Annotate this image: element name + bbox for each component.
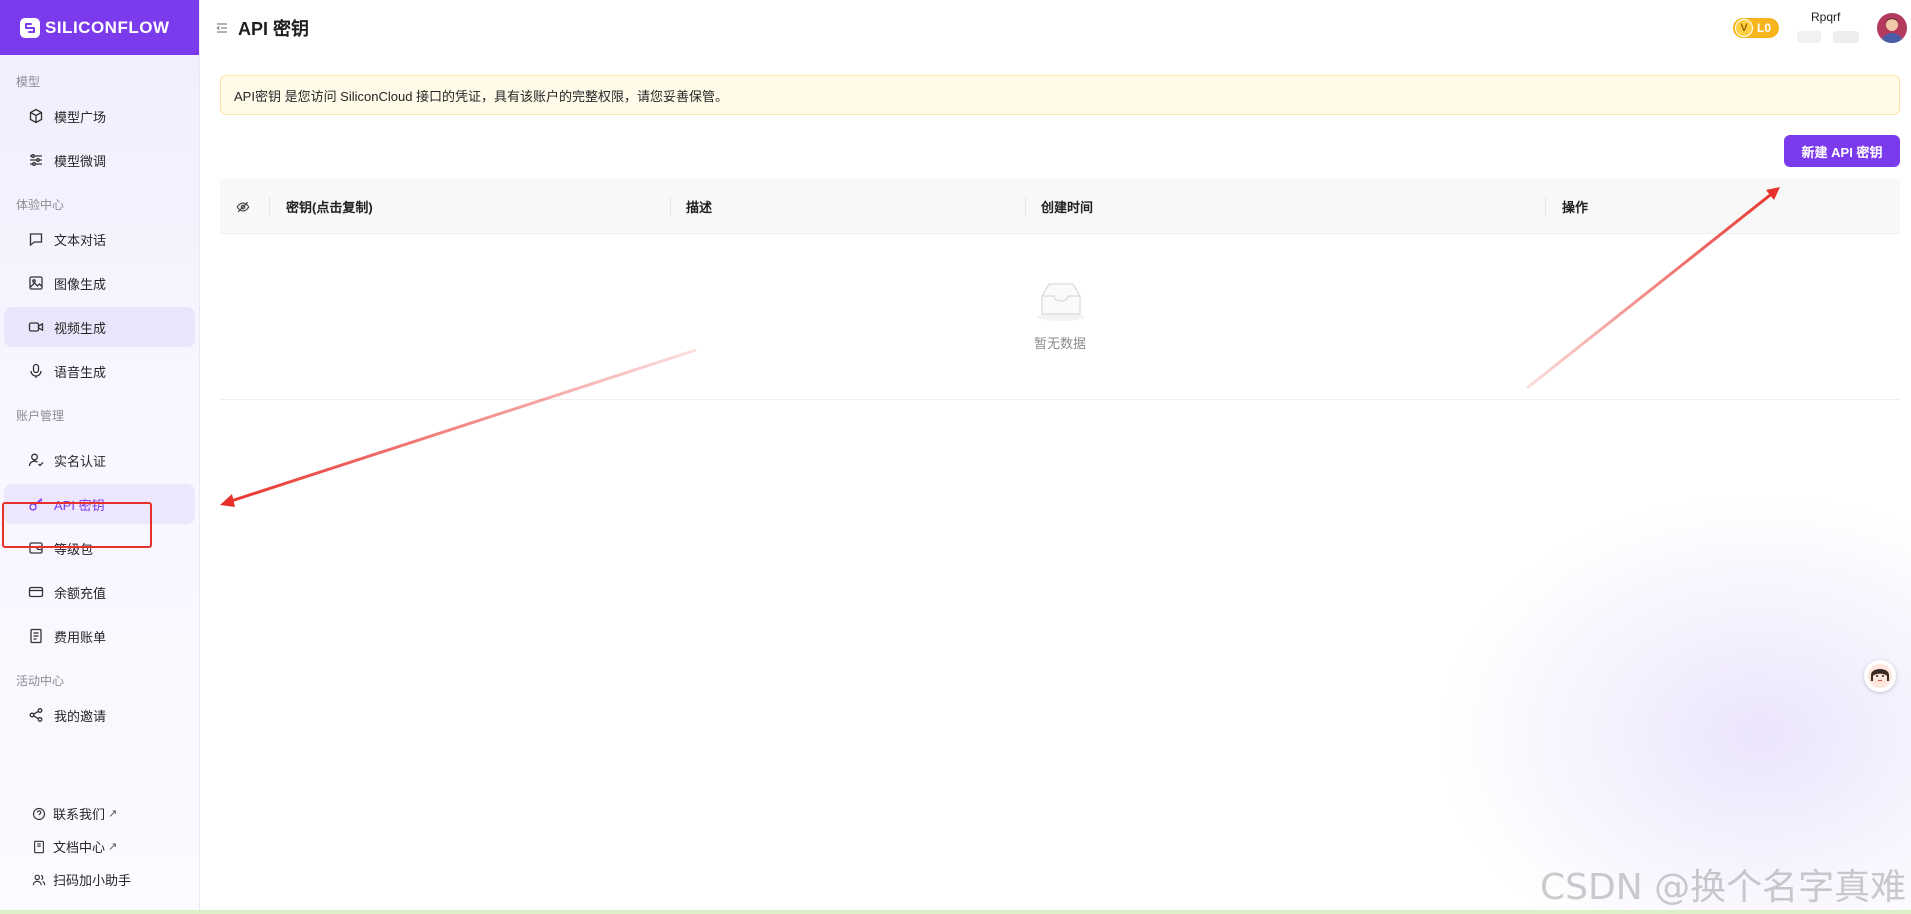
external-link-icon: ↗	[108, 841, 118, 853]
sidebar-item-text-chat[interactable]: 文本对话	[4, 219, 195, 259]
sidebar-item-image-gen[interactable]: 图像生成	[4, 263, 195, 303]
chat-icon	[29, 233, 43, 247]
sidebar-item-top-up[interactable]: 余额充值	[4, 572, 195, 612]
column-separator	[1545, 197, 1546, 217]
user-info[interactable]: Rpqrf	[1797, 8, 1871, 48]
section-label-playground: 体验中心	[16, 198, 65, 212]
header-user-area: V L0 Rpqrf	[1732, 8, 1907, 48]
footer-link-docs[interactable]: 文档中心 ↗	[0, 830, 200, 863]
sidebar-item-label: 模型微调	[54, 153, 107, 169]
cube-icon	[29, 108, 43, 124]
sidebar-item-invitations[interactable]: 我的邀请	[4, 695, 195, 735]
mic-icon	[30, 363, 42, 378]
page-title: API 密钥	[238, 18, 310, 39]
brand-logo[interactable]: SILICONFLOW	[0, 0, 199, 55]
video-icon	[28, 322, 44, 332]
sidebar-item-label: 模型广场	[54, 109, 107, 125]
table-empty-state: 暂无数据	[220, 234, 1900, 400]
top-header: API 密钥 V L0 Rpqrf	[200, 0, 1911, 55]
column-header-key: 密钥(点击复制)	[286, 200, 373, 215]
sidebar-item-billing[interactable]: 费用账单	[4, 616, 195, 656]
redacted-text	[1833, 31, 1859, 43]
bottom-edge	[0, 910, 1911, 914]
sidebar: SILICONFLOW 模型 模型广场 模型微调 体验中心 文本对话 图像生成 …	[0, 0, 200, 914]
section-label-activity: 活动中心	[16, 674, 65, 688]
footer-link-label: 扫码加小助手	[53, 873, 132, 888]
column-header-created-at: 创建时间	[1041, 200, 1094, 215]
footer-link-label: 文档中心	[53, 840, 106, 855]
sidebar-item-verification[interactable]: 实名认证	[4, 440, 195, 480]
notice-text: API密钥 是您访问 SiliconCloud 接口的凭证，具有该账户的完整权限…	[234, 88, 729, 104]
help-circle-icon	[32, 807, 46, 820]
user-check-icon	[28, 453, 44, 467]
external-link-icon: ↗	[108, 808, 118, 820]
column-separator	[670, 197, 671, 217]
column-header-actions: 操作	[1562, 200, 1589, 215]
footer-link-assistant-qr[interactable]: 扫码加小助手	[0, 863, 200, 896]
section-label-models: 模型	[16, 75, 41, 89]
table-header: 密钥(点击复制) 描述 创建时间 操作	[220, 179, 1900, 234]
receipt-icon	[30, 628, 42, 644]
image-icon	[29, 276, 43, 290]
new-api-key-button[interactable]: 新建 API 密钥	[1784, 135, 1900, 167]
watermark: CSDN @换个名字真难	[1540, 867, 1907, 908]
empty-text: 暂无数据	[1033, 336, 1086, 351]
sidebar-item-label: 视频生成	[54, 320, 107, 336]
siliconflow-logo-icon	[20, 17, 40, 38]
footer-link-label: 联系我们	[53, 807, 106, 822]
brand-name: SILICONFLOW	[45, 17, 170, 37]
avatar[interactable]	[1877, 13, 1907, 43]
credit-card-icon	[28, 586, 44, 598]
sidebar-item-fine-tune[interactable]: 模型微调	[4, 140, 195, 180]
assistant-face-icon	[1868, 664, 1892, 688]
redacted-text	[1797, 31, 1821, 43]
vip-icon: V	[1734, 19, 1753, 37]
empty-inbox-icon	[1037, 283, 1085, 321]
sliders-icon	[30, 154, 42, 166]
sidebar-item-voice-gen[interactable]: 语音生成	[4, 351, 195, 391]
footer-link-contact[interactable]: 联系我们 ↗	[0, 797, 200, 830]
sidebar-item-label: 图像生成	[54, 276, 107, 292]
eye-off-icon	[236, 201, 250, 212]
sidebar-item-model-square[interactable]: 模型广场	[4, 96, 195, 136]
info-notice: API密钥 是您访问 SiliconCloud 接口的凭证，具有该账户的完整权限…	[220, 75, 1900, 115]
annotation-highlight-box	[2, 502, 152, 548]
level-label: L0	[1756, 21, 1771, 35]
sidebar-item-label: 语音生成	[54, 364, 107, 380]
sidebar-item-video-gen[interactable]: 视频生成	[4, 307, 195, 347]
book-icon	[34, 840, 44, 853]
sidebar-item-label: 余额充值	[54, 585, 107, 601]
sidebar-item-label: 我的邀请	[54, 708, 107, 724]
column-separator	[1025, 197, 1026, 217]
toggle-visibility-header[interactable]	[236, 179, 250, 234]
level-badge[interactable]: V L0	[1732, 18, 1779, 38]
column-header-description: 描述	[686, 200, 713, 215]
assistant-avatar-button[interactable]	[1864, 660, 1896, 692]
users-icon	[32, 874, 46, 885]
section-label-account: 账户管理	[16, 409, 65, 423]
sidebar-item-label: 费用账单	[54, 629, 107, 645]
column-separator	[269, 197, 270, 217]
sidebar-item-label: 实名认证	[54, 453, 107, 469]
user-name: Rpqrf	[1811, 10, 1841, 24]
menu-collapse-icon[interactable]	[216, 22, 228, 34]
sidebar-item-label: 文本对话	[54, 232, 107, 248]
share-icon	[29, 708, 43, 722]
